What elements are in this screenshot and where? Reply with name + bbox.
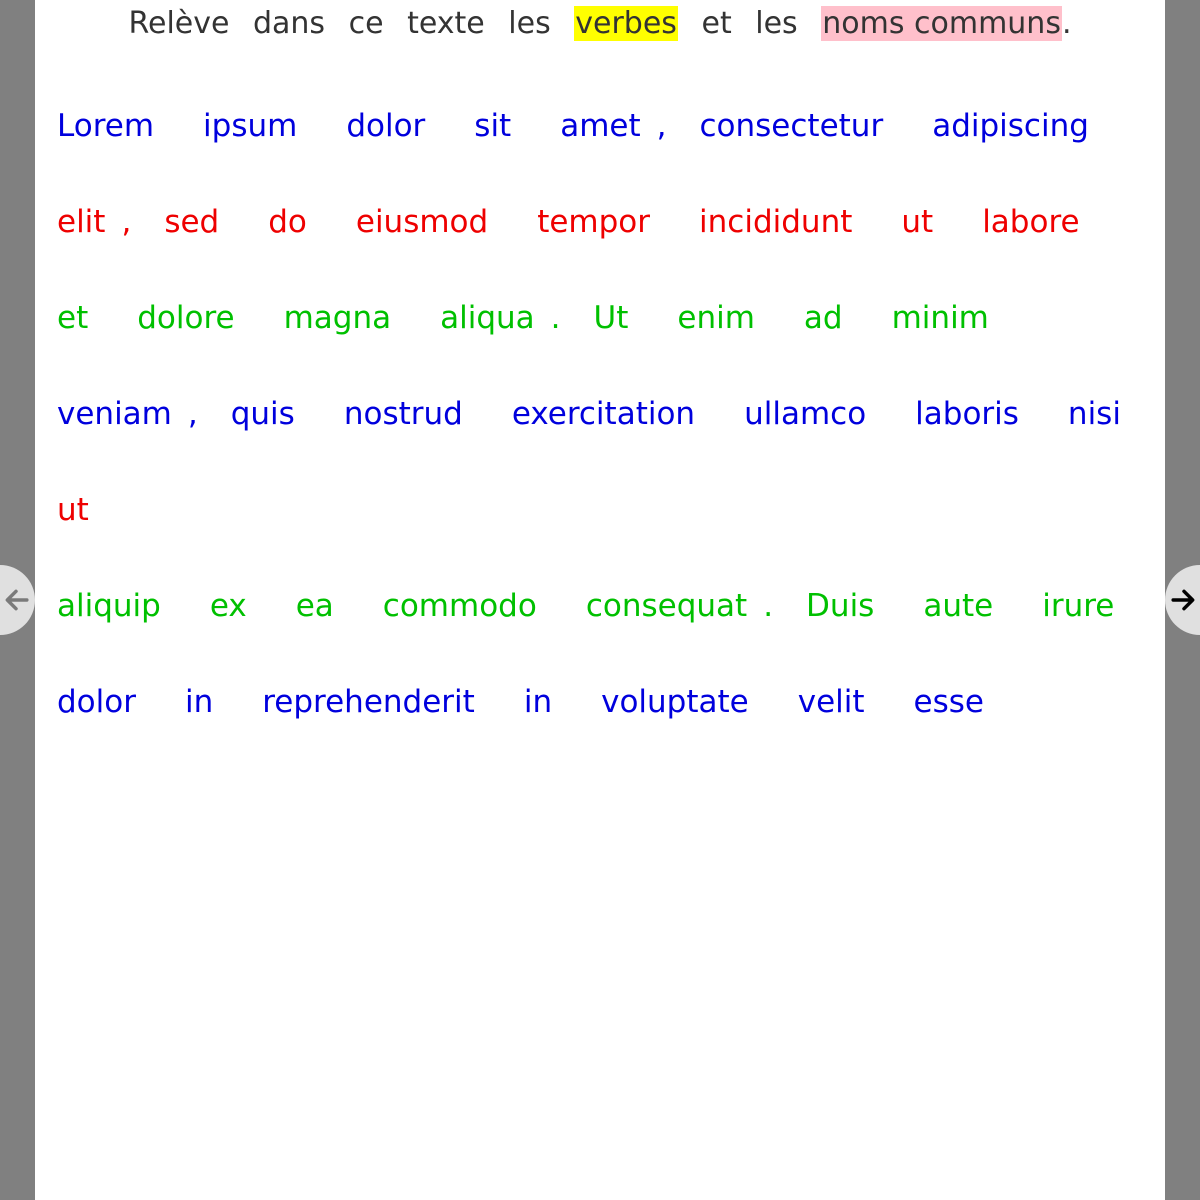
- verb-highlight-label: verbes: [574, 6, 678, 41]
- punctuation-token[interactable]: .: [551, 270, 561, 366]
- previous-page-button[interactable]: [0, 565, 35, 635]
- word-token[interactable]: ad: [804, 270, 843, 366]
- noun-highlight-label: noms communs: [821, 6, 1062, 41]
- punctuation-token[interactable]: ,: [657, 78, 667, 174]
- word-token[interactable]: exercitation: [512, 366, 695, 462]
- word-token[interactable]: tempor: [537, 174, 650, 270]
- word-token[interactable]: ullamco: [744, 366, 866, 462]
- word-token[interactable]: minim: [892, 270, 989, 366]
- word-token[interactable]: dolor: [346, 78, 425, 174]
- word-token[interactable]: dolor: [57, 654, 136, 750]
- word-token[interactable]: Duis: [806, 558, 874, 654]
- word-token[interactable]: ex: [210, 558, 247, 654]
- word-token[interactable]: enim: [677, 270, 755, 366]
- word-token[interactable]: in: [524, 654, 552, 750]
- arrow-left-icon: [5, 589, 29, 611]
- text-line: ut: [57, 462, 1147, 558]
- word-token[interactable]: adipiscing: [932, 78, 1089, 174]
- text-line: et dolore magna aliqua. Ut enim ad minim: [57, 270, 1147, 366]
- word-token[interactable]: in: [185, 654, 213, 750]
- word-text-area: Lorem ipsum dolor sit amet, consectetur adipis…: [57, 78, 1147, 750]
- word-token[interactable]: aute: [923, 558, 993, 654]
- word-token[interactable]: ut: [57, 462, 89, 558]
- text-line: elit, sed do eiusmod tempor incididunt ut labor…: [57, 174, 1147, 270]
- word-token[interactable]: consequat: [586, 558, 747, 654]
- word-token[interactable]: sit: [474, 78, 511, 174]
- word-token[interactable]: ut: [901, 174, 933, 270]
- word-token[interactable]: aliqua: [440, 270, 535, 366]
- word-token[interactable]: consectetur: [700, 78, 884, 174]
- next-page-button[interactable]: [1165, 565, 1200, 635]
- word-token[interactable]: Ut: [594, 270, 629, 366]
- punctuation-token[interactable]: ,: [188, 366, 198, 462]
- word-token[interactable]: Lorem: [57, 78, 154, 174]
- word-token[interactable]: et: [57, 270, 88, 366]
- text-line: veniam, quis nostrud exercitation ullamco lab…: [57, 366, 1147, 462]
- word-token[interactable]: veniam: [57, 366, 172, 462]
- word-token[interactable]: incididunt: [699, 174, 852, 270]
- word-token[interactable]: esse: [914, 654, 984, 750]
- word-token[interactable]: laboris: [915, 366, 1019, 462]
- instruction-prefix: Relève dans ce texte les: [128, 6, 551, 41]
- word-token[interactable]: irure: [1042, 558, 1114, 654]
- instruction-middle: et les: [701, 6, 798, 41]
- instruction-text: Relève dans ce texte les verbes et les n…: [35, 0, 1165, 48]
- word-token[interactable]: do: [268, 174, 307, 270]
- word-token[interactable]: eiusmod: [356, 174, 488, 270]
- word-token[interactable]: magna: [284, 270, 392, 366]
- word-token[interactable]: ipsum: [203, 78, 297, 174]
- word-token[interactable]: labore: [982, 174, 1079, 270]
- arrow-right-icon: [1171, 589, 1195, 611]
- word-token[interactable]: reprehenderit: [262, 654, 475, 750]
- word-token[interactable]: velit: [798, 654, 865, 750]
- punctuation-token[interactable]: ,: [121, 174, 131, 270]
- word-token[interactable]: aliquip: [57, 558, 161, 654]
- instruction-suffix: .: [1061, 6, 1072, 41]
- text-line: dolor in reprehenderit in voluptate velit esse: [57, 654, 1147, 750]
- text-line: aliquip ex ea commodo consequat. Duis aute irur…: [57, 558, 1147, 654]
- word-token[interactable]: sed: [164, 174, 219, 270]
- word-token[interactable]: voluptate: [601, 654, 749, 750]
- punctuation-token[interactable]: .: [763, 558, 773, 654]
- text-line: Lorem ipsum dolor sit amet, consectetur adipis…: [57, 78, 1147, 174]
- word-token[interactable]: quis: [231, 366, 295, 462]
- word-token[interactable]: nisi: [1068, 366, 1121, 462]
- word-token[interactable]: commodo: [383, 558, 537, 654]
- word-token[interactable]: ea: [296, 558, 334, 654]
- word-token[interactable]: nostrud: [344, 366, 463, 462]
- word-token[interactable]: elit: [57, 174, 105, 270]
- exercise-page: Relève dans ce texte les verbes et les n…: [35, 0, 1165, 1200]
- word-token[interactable]: dolore: [137, 270, 234, 366]
- word-token[interactable]: amet: [560, 78, 640, 174]
